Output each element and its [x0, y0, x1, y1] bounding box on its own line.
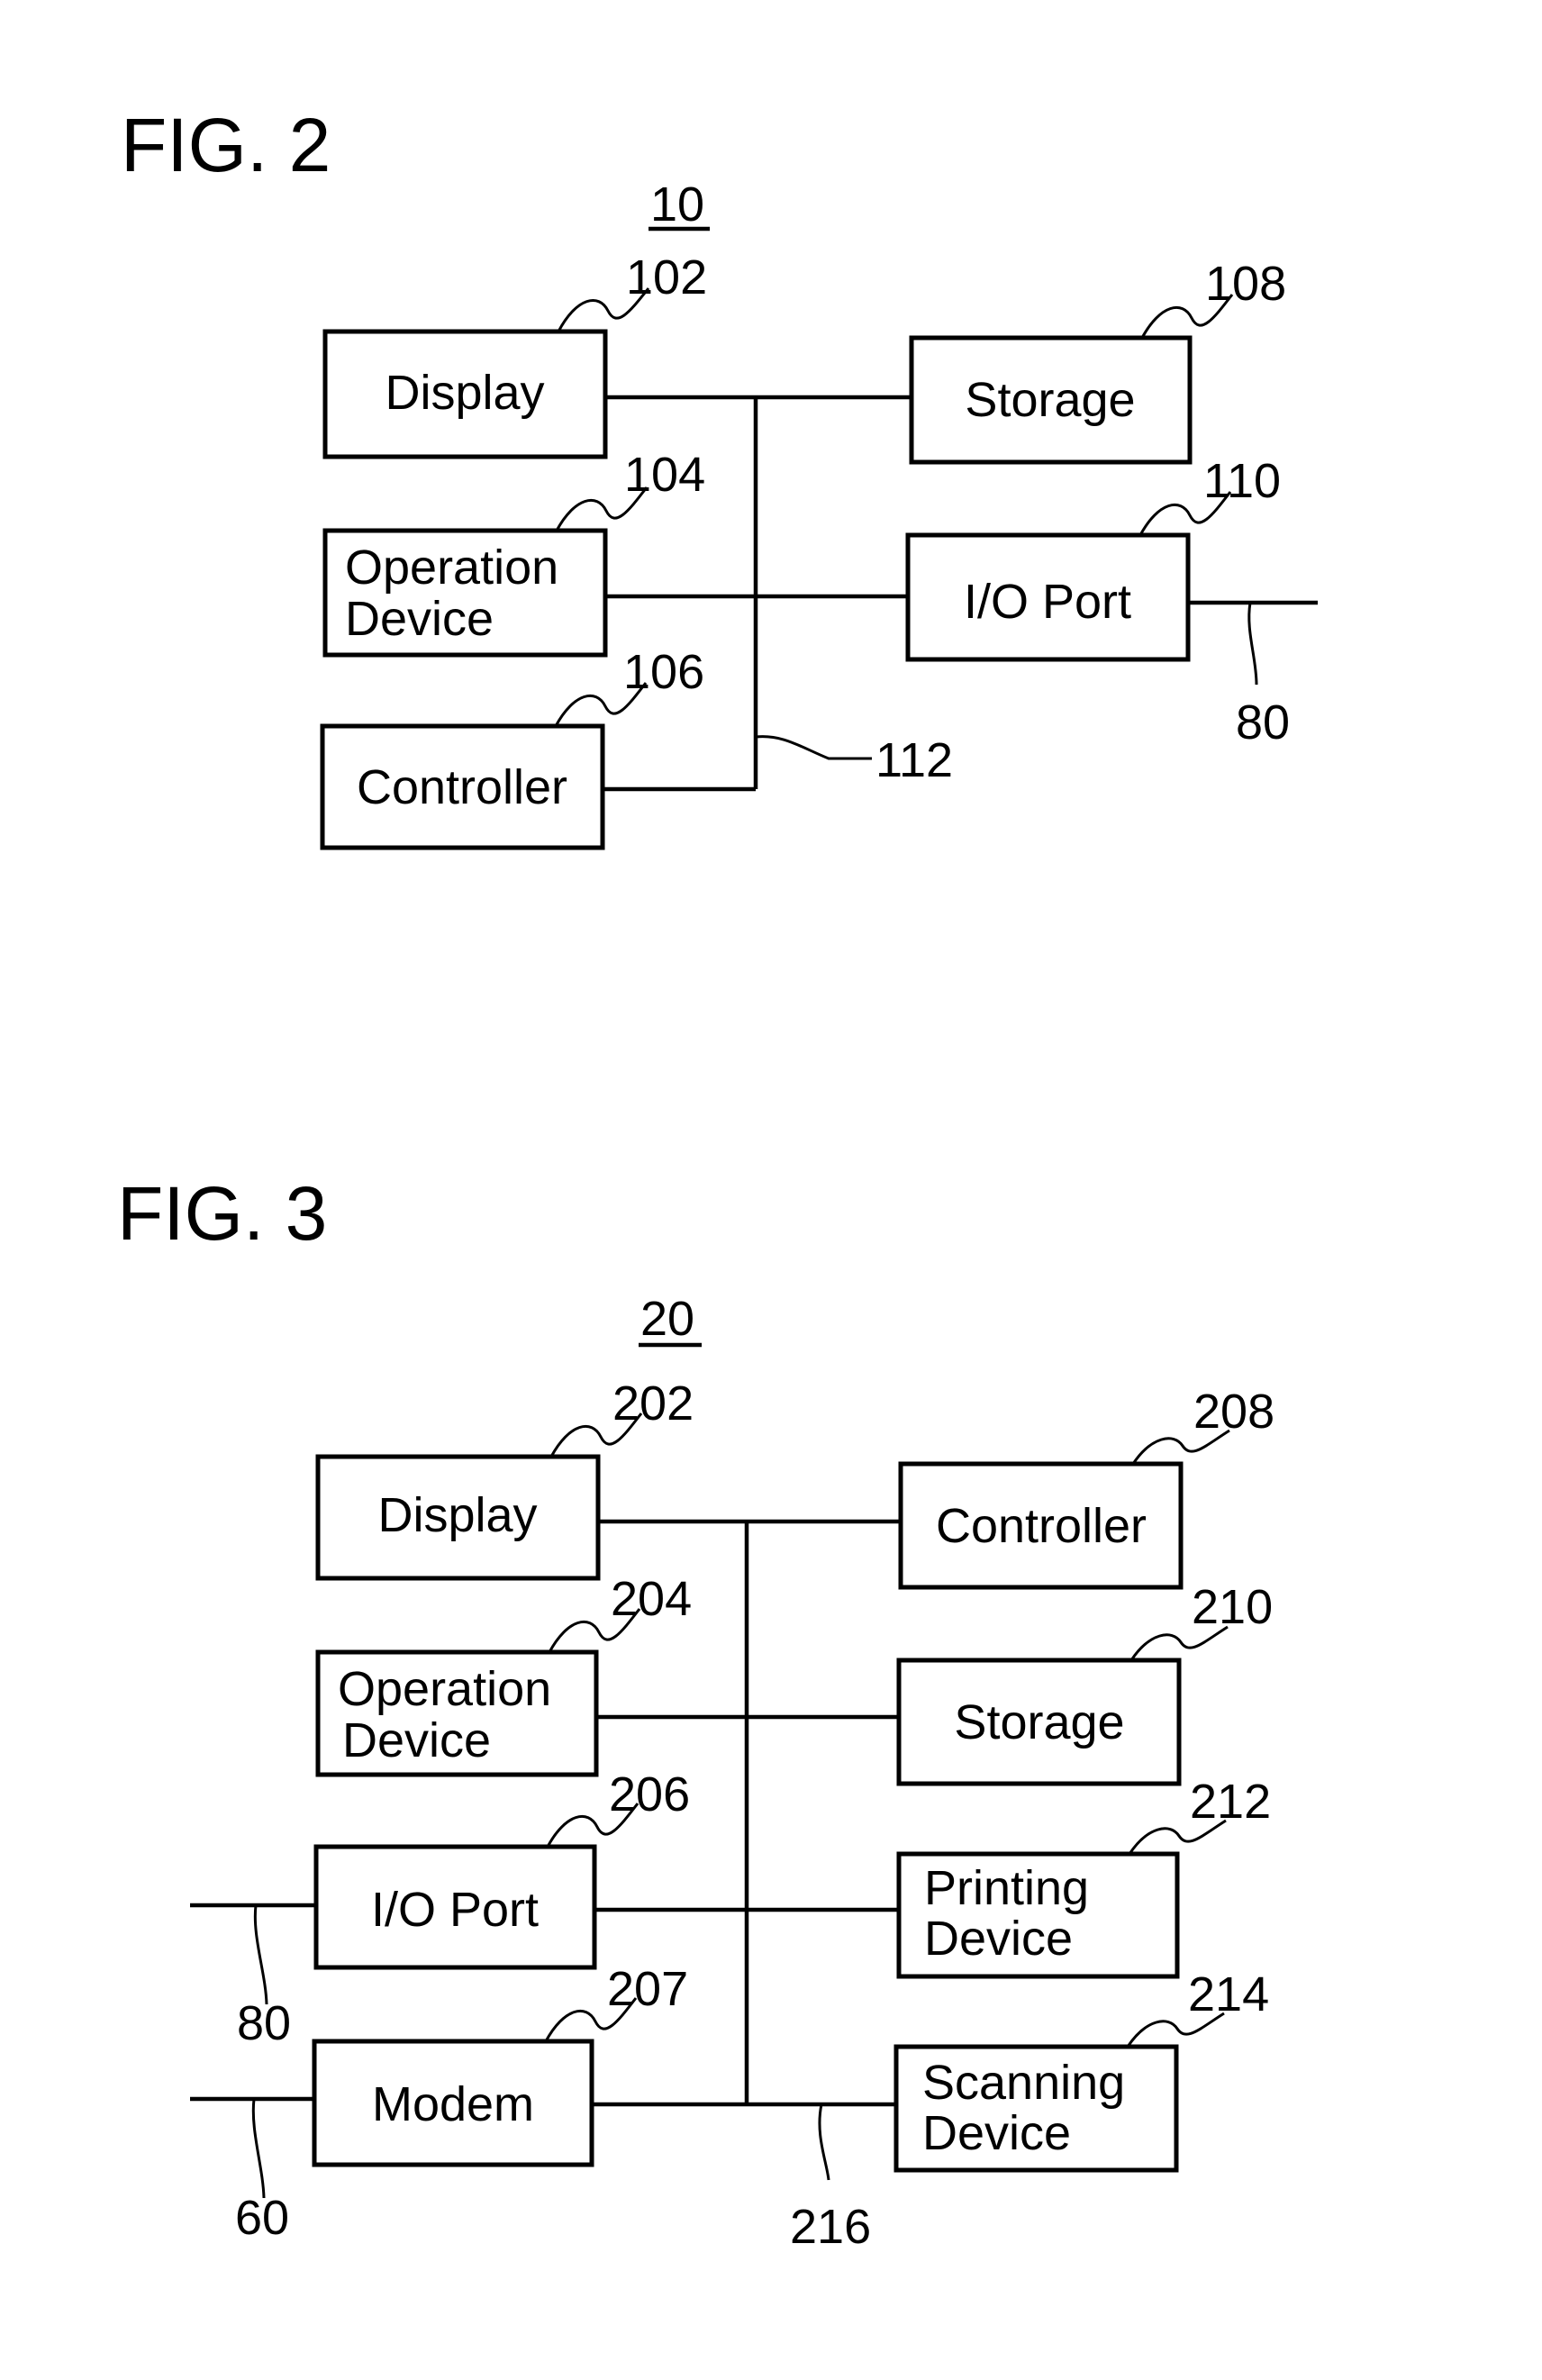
block-label-line-2: Device — [342, 1713, 491, 1767]
block-ref-number: 110 — [1203, 454, 1281, 508]
block-display: Display 202 — [315, 1376, 694, 1581]
block-controller: Controller 208 — [898, 1385, 1274, 1590]
block-ref-number: 106 — [623, 645, 704, 699]
block-ref-number: 102 — [626, 250, 707, 304]
bus-ref-number: 216 — [790, 2200, 871, 2254]
block-label-line-2: Device — [924, 1912, 1073, 1966]
device-ref-number: 10 — [650, 177, 704, 232]
block-ref-number: 212 — [1190, 1775, 1271, 1829]
device-ref-number: 20 — [640, 1292, 694, 1346]
bus-leader — [818, 2103, 830, 2181]
block-ref-number: 104 — [624, 448, 705, 502]
block-label: Storage — [965, 373, 1135, 427]
block-display: Display 102 — [322, 250, 707, 459]
block-io-port: I/O Port 206 — [313, 1767, 690, 1970]
block-label-line-2: Device — [345, 592, 494, 646]
external-network-leader — [253, 1904, 268, 2005]
block-modem: Modem 207 — [312, 1962, 688, 2167]
block-operation-device: Operation Device 204 — [315, 1572, 692, 1777]
external-ref-number: 80 — [1236, 695, 1290, 749]
external-phone-ref: 60 — [235, 2191, 289, 2245]
block-label: I/O Port — [371, 1883, 539, 1937]
block-ref-number: 204 — [611, 1572, 692, 1626]
block-scanning-device: Scanning Device 214 — [893, 1967, 1269, 2173]
external-line-leader — [1247, 602, 1258, 686]
bus-ref-number: 112 — [875, 733, 953, 787]
block-operation-device: Operation Device 104 — [322, 448, 705, 658]
block-label-line-1: Printing — [924, 1861, 1089, 1915]
block-controller: Controller 106 — [320, 645, 704, 850]
block-label-line-1: Scanning — [922, 2056, 1125, 2110]
block-label-line-2: Device — [922, 2106, 1071, 2160]
block-storage: Storage 108 — [909, 257, 1286, 465]
external-network-ref: 80 — [237, 1996, 291, 2050]
block-ref-number: 108 — [1205, 257, 1286, 311]
block-label: Storage — [954, 1695, 1124, 1749]
block-label-line-1: Operation — [338, 1662, 551, 1716]
block-ref-number: 206 — [609, 1767, 690, 1821]
figure-title: FIG. 2 — [121, 103, 331, 187]
block-label: I/O Port — [964, 575, 1131, 629]
bus-leader — [755, 735, 872, 760]
block-printing-device: Printing Device 212 — [896, 1775, 1271, 1979]
block-ref-number: 210 — [1192, 1580, 1273, 1634]
block-ref-number: 214 — [1188, 1967, 1269, 2021]
block-ref-number: 202 — [612, 1376, 694, 1431]
system-bus: 216 — [592, 1519, 901, 2254]
patent-drawing-sheet: FIG. 2 10 112 80 Display 102 Operation D… — [117, 103, 1318, 2254]
external-phone-leader — [251, 2098, 266, 2199]
block-ref-number: 208 — [1193, 1385, 1274, 1439]
block-label: Display — [385, 366, 544, 420]
block-storage: Storage 210 — [896, 1580, 1273, 1786]
block-label: Modem — [372, 2077, 534, 2131]
block-io-port: I/O Port 110 — [905, 454, 1281, 662]
figure-title: FIG. 3 — [117, 1171, 327, 1256]
block-label: Controller — [936, 1499, 1147, 1553]
block-label: Controller — [357, 760, 567, 814]
figure-2: FIG. 2 10 112 80 Display 102 Operation D… — [121, 103, 1318, 850]
block-label-line-1: Operation — [345, 540, 558, 595]
figure-3: FIG. 3 20 216 80 60 Display 202 Operatio… — [117, 1171, 1274, 2254]
block-ref-number: 207 — [607, 1962, 688, 2016]
block-label: Display — [377, 1488, 537, 1542]
